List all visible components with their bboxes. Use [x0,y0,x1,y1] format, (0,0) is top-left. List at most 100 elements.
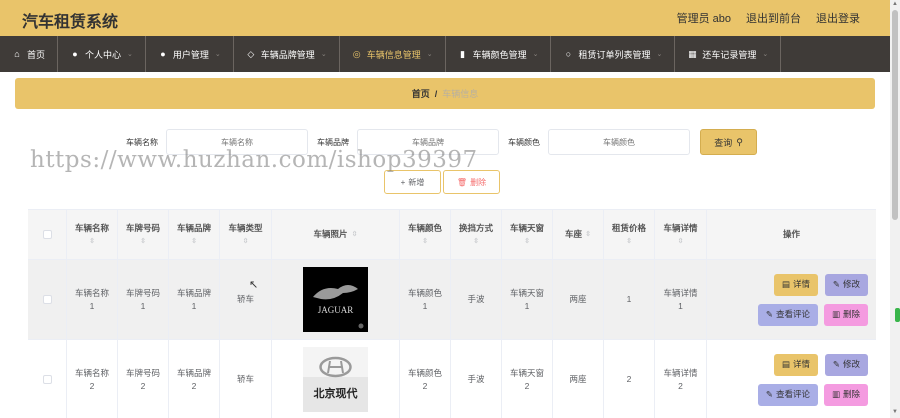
vehicle-table: 车辆名称 ⇳ 车牌号码 ⇳ 车辆品牌 ⇳ 车辆类型 ⇳ 车辆照片 ⇳ 车辆颜色 ⇳ 换挡方式… [28,209,876,418]
search-color-input[interactable] [548,129,690,155]
nav-item-home[interactable]: ⌂ 首页 [0,36,59,72]
logout-link[interactable]: 退出登录 [816,10,860,26]
header-cell[interactable]: 车辆照片 ⇳ [272,210,400,259]
cell-text: 1 [140,300,146,311]
cell-photo: 北京现代 [272,340,400,418]
header-cell[interactable]: 车辆详情 ⇳ [655,210,707,259]
edit-button[interactable]: ✎ 修改 [824,353,868,376]
cell-name: 车辆名称 1 [67,260,118,339]
detail-button[interactable]: ▤ 详情 [773,273,818,296]
query-label: 查询 [714,137,733,148]
cell-ops: ▤ 详情 ✎ 修改 ✎ 查看评论 ▥ 删除 [707,340,876,418]
sort-icon[interactable]: ⇳ [524,235,530,248]
nav-label: 个人中心 [85,49,122,60]
column-label: 车辆照片 [313,229,348,239]
front-link[interactable]: 退出到前台 [746,10,801,26]
header-cell[interactable]: 车辆名称 ⇳ [67,210,118,259]
search-name-input[interactable] [166,129,308,155]
delete-row-button[interactable]: ▥ 删除 [823,303,868,326]
column-label: 车牌号码 [125,222,160,233]
header-cell[interactable]: 车座 ⇳ [553,210,604,259]
header-cell[interactable]: 车辆天窗 ⇳ [502,210,553,259]
mouse-cursor-icon: ↖ [249,279,259,291]
cell-text: 车辆颜色 [407,367,442,378]
row-select[interactable] [28,260,67,339]
detail-button[interactable]: ▤ 详情 [773,353,818,376]
nav-label: 租赁订单列表管理 [578,49,651,60]
cell-name: 车辆名称 2 [67,340,118,418]
sort-icon[interactable]: ⇳ [352,228,358,241]
header-cell[interactable]: 车辆类型 ⇳ [220,210,272,259]
cell-gear: 手波 [451,260,502,339]
chevron-down-icon: ⌄ [532,51,539,58]
cell-text: 车辆颜色 [407,287,442,298]
column-label: 车辆类型 [228,222,263,233]
cell-text: 1 [524,300,530,311]
trash-icon: 🗑 [456,177,468,187]
checkbox[interactable] [42,295,52,304]
row-select[interactable] [28,340,67,418]
search-brand-input[interactable] [357,129,499,155]
header-cell[interactable]: 车辆颜色 ⇳ [400,210,451,259]
jaguar-logo-image[interactable]: JAGUAR [303,267,368,332]
header-cell[interactable]: 车辆品牌 ⇳ [169,210,220,259]
header-cell[interactable]: 换挡方式 ⇳ [451,210,502,259]
nav-item-users[interactable]: ● 用户管理 ⌄ [146,36,234,72]
breadcrumb-separator: / [434,88,438,99]
cell-text: 2 [678,380,683,391]
nav-item-returns[interactable]: ▦ 还车记录管理 ⌄ [675,36,782,72]
search-brand-group: 车辆品牌 [317,129,499,155]
side-widget-icon[interactable] [895,308,900,322]
hyundai-logo-image[interactable]: 北京现代 [303,347,368,412]
cell-detail: 车辆详情 2 [655,340,707,418]
cell-color: 车辆颜色 2 [400,340,451,418]
header-select-all[interactable] [28,210,67,259]
button-label: 修改 [842,359,860,369]
nav-item-profile[interactable]: ● 个人中心 ⌄ [58,36,146,72]
trash-icon: ▥ [831,389,840,399]
sort-icon[interactable]: ⇳ [473,235,479,248]
breadcrumb: 首页 / 车辆信息 [15,78,875,109]
edit-button[interactable]: ✎ 修改 [824,273,868,296]
column-label: 操作 [782,229,800,239]
nav-item-brands[interactable]: ◇ 车辆品牌管理 ⌄ [234,36,340,72]
header-cell[interactable]: 租赁价格 ⇳ [604,210,655,259]
nav-item-orders[interactable]: ○ 租赁订单列表管理 ⌄ [551,36,676,72]
header-cell[interactable]: 车牌号码 ⇳ [118,210,169,259]
nav-item-colors[interactable]: ▮ 车辆颜色管理 ⌄ [446,36,552,72]
sort-icon[interactable]: ⇳ [678,235,684,248]
sort-icon[interactable]: ⇳ [89,235,95,248]
view-comments-button[interactable]: ✎ 查看评论 [757,303,818,326]
query-button[interactable]: 查询 ⚲ [700,129,757,155]
compass-icon: ◎ [352,48,361,59]
cell-text: 2 [422,380,428,391]
nav-item-vehicles[interactable]: ◎ 车辆信息管理 ⌄ [340,36,446,72]
sort-icon[interactable]: ⇳ [191,235,197,248]
photo-caption: 北京现代 [314,386,358,400]
sort-icon[interactable]: ⇳ [140,235,146,248]
search-icon: ⚲ [736,136,743,147]
checkbox[interactable] [42,375,52,384]
button-label: 详情 [792,279,810,289]
view-comments-button[interactable]: ✎ 查看评论 [757,383,818,406]
cell-text: 2 [191,380,197,391]
delete-row-button[interactable]: ▥ 删除 [823,383,868,406]
pencil-icon: ✎ [765,389,773,399]
table-row: 车辆名称 1 车牌号码 1 车辆品牌 1 轿车 JAGUAR 车辆颜色 1 手波 车辆天… [28,260,876,340]
batch-delete-button[interactable]: 🗑 删除 [443,170,500,194]
add-button[interactable]: + 新增 [384,170,441,194]
scroll-down-arrow-icon[interactable]: ▼ [891,409,899,416]
scroll-up-arrow-icon[interactable]: ▲ [891,1,899,8]
search-brand-label: 车辆品牌 [317,137,349,147]
chevron-down-icon: ⌄ [762,51,769,58]
scrollbar-thumb[interactable] [892,10,898,220]
sort-icon[interactable]: ⇳ [422,235,428,248]
breadcrumb-home[interactable]: 首页 [412,87,430,100]
pencil-icon: ✎ [832,359,840,369]
sort-icon[interactable]: ⇳ [243,235,249,248]
cell-sunroof: 车辆天窗 2 [502,340,553,418]
sort-icon[interactable]: ⇳ [626,235,632,248]
cell-text: 2 [524,380,530,391]
checkbox[interactable] [42,230,52,239]
sort-icon[interactable]: ⇳ [585,228,591,241]
